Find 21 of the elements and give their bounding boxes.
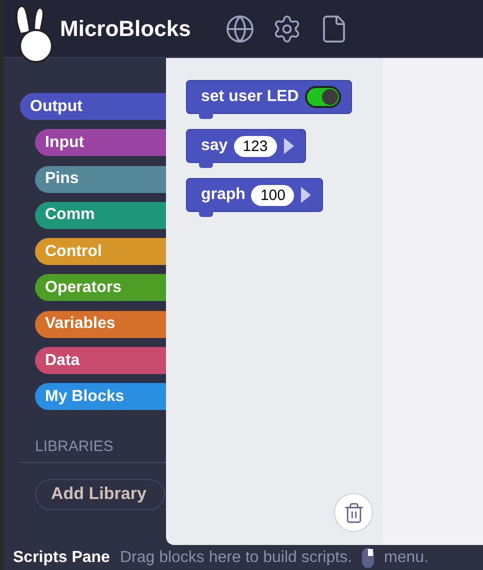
expand-arrow-icon[interactable] xyxy=(300,186,312,204)
pane-title: Scripts Pane xyxy=(13,548,110,566)
category-tab[interactable]: Data xyxy=(35,347,166,374)
toggle-switch[interactable] xyxy=(304,86,341,108)
globe-icon[interactable] xyxy=(224,14,255,44)
hint-text: Drag blocks here to build scripts. xyxy=(120,548,352,566)
category-tab[interactable]: Operators xyxy=(35,274,166,302)
trash-icon[interactable] xyxy=(334,493,373,532)
category-tab[interactable]: Comm xyxy=(35,202,166,229)
expand-arrow-icon[interactable] xyxy=(282,137,295,155)
number-slot[interactable]: 123 xyxy=(234,136,277,156)
category-tab[interactable]: Output xyxy=(20,93,166,120)
category-tab[interactable]: Input xyxy=(35,129,166,156)
number-slot[interactable]: 100 xyxy=(251,184,294,206)
category-tab[interactable]: My Blocks xyxy=(35,383,166,410)
category-tab[interactable]: Variables xyxy=(35,310,166,338)
category-tab[interactable]: Pins xyxy=(35,166,166,193)
mouse-icon xyxy=(362,548,374,568)
add-library-button[interactable]: Add Library xyxy=(35,478,165,510)
app-title: MicroBlocks xyxy=(60,16,191,42)
menu-text: menu. xyxy=(384,548,429,566)
